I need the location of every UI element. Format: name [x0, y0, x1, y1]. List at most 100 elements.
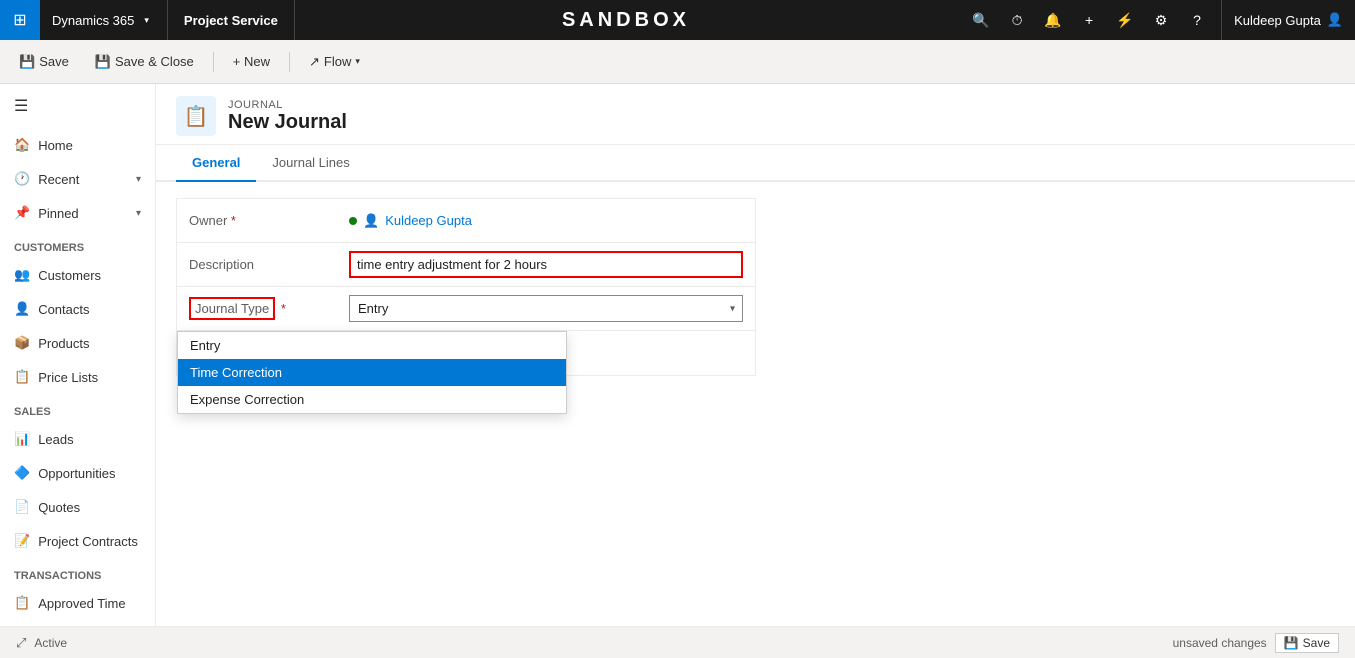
flow-icon: ↗: [309, 54, 320, 70]
unsaved-changes-label: unsaved changes: [1173, 636, 1267, 650]
tab-journal-lines[interactable]: Journal Lines: [256, 145, 365, 182]
save-button[interactable]: 💾 Save: [8, 49, 80, 75]
journal-type-select[interactable]: Entry Time Correction Expense Correction: [349, 295, 743, 322]
tab-general[interactable]: General: [176, 145, 256, 182]
journal-type-row: Journal Type * Entry Time Correction Exp…: [177, 287, 755, 331]
project-contracts-icon: 📝: [14, 533, 30, 549]
app-name-nav[interactable]: Project Service: [168, 0, 295, 40]
page-header-text: JOURNAL New Journal: [228, 99, 347, 134]
description-input[interactable]: [349, 251, 743, 278]
sidebar-leads-label: Leads: [38, 432, 73, 447]
journal-type-label: Journal Type: [189, 297, 275, 320]
status-save-icon: 💾: [1284, 636, 1299, 650]
owner-person-icon: 👤: [363, 213, 379, 229]
sidebar-item-home[interactable]: 🏠 Home: [0, 128, 155, 162]
journal-type-dropdown-wrapper: Entry Time Correction Expense Correction…: [349, 295, 743, 322]
flow-chevron-icon: ▾: [355, 56, 360, 67]
journal-type-dropdown-open: Entry Time Correction Expense Correction: [177, 331, 567, 414]
leads-icon: 📊: [14, 431, 30, 447]
owner-label: Owner: [189, 213, 349, 228]
sidebar-item-pinned[interactable]: 📌 Pinned ▾: [0, 196, 155, 230]
dynamics365-nav[interactable]: Dynamics 365 ▾: [40, 0, 168, 40]
page-icon: 📋: [176, 96, 216, 136]
sidebar-home-label: Home: [38, 138, 73, 153]
description-row: Description: [177, 243, 755, 287]
user-menu[interactable]: Kuldeep Gupta 👤: [1221, 0, 1355, 40]
sidebar-approved-time-label: Approved Time: [38, 596, 125, 611]
sidebar-project-contracts-label: Project Contracts: [38, 534, 138, 549]
description-value: [349, 251, 743, 278]
status-left: ⤢ Active: [16, 635, 67, 651]
content-area: 📋 JOURNAL New Journal General Journal Li…: [156, 84, 1355, 626]
sidebar-item-opportunities[interactable]: 🔷 Opportunities: [0, 456, 155, 490]
recent-button[interactable]: ⏱: [1001, 4, 1033, 36]
status-badge: Active: [34, 636, 67, 650]
recent-expand-icon: ▾: [136, 174, 141, 185]
sidebar: ☰ 🏠 Home 🕐 Recent ▾ 📌 Pinned ▾ Customers…: [0, 84, 156, 626]
price-lists-icon: 📋: [14, 369, 30, 385]
sidebar-products-label: Products: [38, 336, 89, 351]
dropdown-option-expense-correction[interactable]: Expense Correction: [178, 386, 566, 413]
status-right: unsaved changes 💾 Save: [1173, 633, 1339, 653]
sidebar-item-price-lists[interactable]: 📋 Price Lists: [0, 360, 155, 394]
hamburger-button[interactable]: ☰: [0, 84, 155, 128]
customers-section-label: Customers: [0, 230, 155, 258]
command-bar: 💾 Save 💾 Save & Close + New ↗ Flow ▾: [0, 40, 1355, 84]
save-icon: 💾: [19, 54, 35, 70]
app-name-label: Project Service: [184, 13, 278, 28]
sidebar-item-quotes[interactable]: 📄 Quotes: [0, 490, 155, 524]
option-entry-label: Entry: [190, 338, 220, 353]
advanced-find-button[interactable]: ⚡: [1109, 4, 1141, 36]
help-button[interactable]: ?: [1181, 4, 1213, 36]
sidebar-item-leads[interactable]: 📊 Leads: [0, 422, 155, 456]
tab-journal-lines-label: Journal Lines: [272, 155, 349, 170]
toolbar-separator-2: [289, 52, 290, 72]
quotes-icon: 📄: [14, 499, 30, 515]
contacts-icon: 👤: [14, 301, 30, 317]
flow-label: Flow: [324, 54, 351, 69]
add-new-button[interactable]: +: [1073, 4, 1105, 36]
sidebar-item-project-contracts[interactable]: 📝 Project Contracts: [0, 524, 155, 558]
save-label: Save: [39, 54, 69, 69]
new-button[interactable]: + New: [222, 49, 281, 74]
flow-button[interactable]: ↗ Flow ▾: [298, 49, 371, 75]
sidebar-item-recent[interactable]: 🕐 Recent ▾: [0, 162, 155, 196]
status-save-button[interactable]: 💾 Save: [1275, 633, 1339, 653]
dynamics365-label: Dynamics 365: [52, 13, 134, 28]
option-time-correction-label: Time Correction: [190, 365, 282, 380]
tab-bar: General Journal Lines: [156, 145, 1355, 182]
dynamics-chevron-icon: ▾: [144, 15, 149, 26]
settings-button[interactable]: ⚙: [1145, 4, 1177, 36]
journal-type-required-star: *: [281, 301, 286, 316]
owner-link[interactable]: 👤 Kuldeep Gupta: [349, 213, 743, 229]
user-name-label: Kuldeep Gupta: [1234, 13, 1321, 28]
sidebar-item-customers[interactable]: 👥 Customers: [0, 258, 155, 292]
status-save-label: Save: [1303, 636, 1330, 650]
dropdown-option-time-correction[interactable]: Time Correction: [178, 359, 566, 386]
search-button[interactable]: 🔍: [965, 4, 997, 36]
owner-value: 👤 Kuldeep Gupta: [349, 213, 743, 229]
sidebar-item-contacts[interactable]: 👤 Contacts: [0, 292, 155, 326]
journal-type-label-wrapper: Journal Type *: [189, 297, 349, 320]
sidebar-item-approved-time[interactable]: 📋 Approved Time: [0, 586, 155, 620]
sidebar-quotes-label: Quotes: [38, 500, 80, 515]
user-avatar-icon: 👤: [1327, 12, 1343, 28]
waffle-menu-button[interactable]: ⊞: [0, 0, 40, 40]
waffle-icon: ⊞: [13, 10, 26, 30]
sidebar-pinned-label: Pinned: [38, 206, 78, 221]
sidebar-opportunities-label: Opportunities: [38, 466, 115, 481]
notifications-button[interactable]: 🔔: [1037, 4, 1069, 36]
journal-type-select-container: Entry Time Correction Expense Correction…: [349, 295, 743, 322]
sales-section-label: Sales: [0, 394, 155, 422]
top-nav-icons: 🔍 ⏱ 🔔 + ⚡ ⚙ ?: [957, 4, 1221, 36]
owner-row: Owner 👤 Kuldeep Gupta: [177, 199, 755, 243]
expand-icon[interactable]: ⤢: [16, 635, 26, 651]
main-area: ☰ 🏠 Home 🕐 Recent ▾ 📌 Pinned ▾ Customers…: [0, 84, 1355, 626]
save-close-label: Save & Close: [115, 54, 194, 69]
save-close-button[interactable]: 💾 Save & Close: [84, 49, 205, 75]
form-box: Owner 👤 Kuldeep Gupta Description: [176, 198, 756, 376]
sidebar-item-products[interactable]: 📦 Products: [0, 326, 155, 360]
opportunities-icon: 🔷: [14, 465, 30, 481]
form-container: Owner 👤 Kuldeep Gupta Description: [156, 182, 1355, 392]
dropdown-option-entry[interactable]: Entry: [178, 332, 566, 359]
